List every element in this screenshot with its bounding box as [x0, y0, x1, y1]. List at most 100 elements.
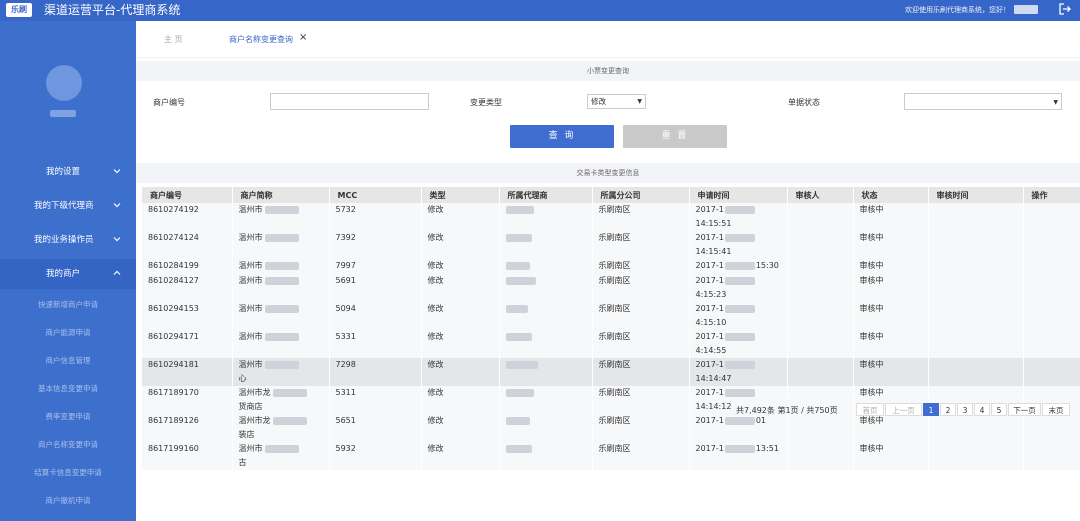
merchant-no-label: 商户编号 [153, 98, 185, 107]
close-icon[interactable]: × [299, 32, 307, 43]
status-cell: 审核中 [853, 274, 929, 302]
page-button-3[interactable]: 3 [957, 403, 973, 416]
column-header: 审核时间 [928, 187, 1024, 203]
review-time-cell [928, 442, 1024, 470]
agent-cell [499, 414, 593, 442]
top-bar: 乐刷 渠道运营平台-代理商系统 欢迎使用乐刷代理商系统，您好！ [0, 0, 1080, 21]
change-type-select[interactable]: 修改 ▼ [587, 94, 646, 109]
apply-time-clock: 01 [755, 416, 767, 425]
username-redacted [1014, 5, 1038, 14]
apply-time-date: 2017-1 [695, 416, 724, 425]
submenu-item[interactable]: 结算卡信息变更申请 [0, 459, 136, 487]
table-row[interactable]: 8617189126 温州市龙 装店 5651 修改 乐刷南区 2017-1 01 审核中 [142, 414, 1080, 442]
apply-time-clock: 14:14:47 [695, 374, 732, 383]
redacted-text [505, 332, 532, 341]
review-time-cell [928, 302, 1024, 330]
merchant-no-cell: 8610294153 [142, 302, 233, 330]
tab-merchant-name-change[interactable]: 商户名称变更查询 [229, 34, 293, 45]
table-row[interactable]: 8617199160 温州市古 5932 修改 乐刷南区 2017-1 13:51 审核中 [142, 442, 1080, 470]
apply-time-cell: 2017-1 14:14:47 [689, 358, 788, 386]
merchant-no-cell: 8610294181 [142, 358, 233, 386]
redacted-text [724, 416, 755, 425]
mcc-cell: 7392 [329, 231, 422, 259]
merchant-no-cell: 8617189170 [142, 386, 233, 414]
reviewer-cell [787, 231, 854, 259]
redacted-text [264, 276, 299, 285]
prev-page-button[interactable]: 上一页 [885, 403, 922, 416]
main-content: 主 页 商户名称变更查询 × 小票变更查询 商户编号 变更类型 修改 ▼ 单据状… [136, 21, 1080, 521]
branch-cell: 乐刷南区 [592, 203, 690, 231]
reviewer-cell [787, 442, 854, 470]
submenu-item[interactable]: 商户名称变更申请 [0, 431, 136, 459]
apply-time-cell: 2017-1 13:51 [689, 442, 788, 470]
apply-time-cell: 2017-1 4:15:23 [689, 274, 788, 302]
submenu-item[interactable]: 基本信息变更申请 [0, 375, 136, 403]
sidebar: 我的设置 我的下级代理商 我的业务操作员 我的商户 快速新增商户申请 商户能源申… [0, 21, 136, 521]
search-section-title: 小票变更查询 [136, 61, 1080, 81]
table-row[interactable]: 8610294171 温州市 5331 修改 乐刷南区 2017-1 4:14:55 审核中 [142, 330, 1080, 358]
merchant-name-text: 温州市 [238, 304, 263, 313]
table-row[interactable]: 8610294153 温州市 5094 修改 乐刷南区 2017-1 4:15:10 审核中 [142, 302, 1080, 330]
type-cell: 修改 [421, 442, 500, 470]
page-button-1[interactable]: 1 [923, 403, 939, 416]
merchant-no-input[interactable] [270, 93, 429, 110]
apply-time-cell: 2017-1 14:15:41 [689, 231, 788, 259]
status-select[interactable]: ▼ [904, 93, 1062, 110]
merchant-no-cell: 8617189126 [142, 414, 233, 442]
review-time-cell [928, 259, 1024, 274]
redacted-text [505, 444, 532, 453]
type-cell: 修改 [421, 358, 500, 386]
table-row[interactable]: 8610294181 温州市心 7298 修改 乐刷南区 2017-114:14:47 审核… [142, 358, 1080, 386]
apply-time-date: 2017-1 [695, 205, 724, 214]
reviewer-cell [787, 259, 854, 274]
submenu-item[interactable]: 商户信息管理 [0, 347, 136, 375]
sidebar-item-my-merchants[interactable]: 我的商户 [0, 259, 136, 289]
sidebar-item-sub-agents[interactable]: 我的下级代理商 [0, 191, 136, 221]
query-button[interactable]: 查 询 [510, 125, 614, 148]
redacted-text [724, 444, 755, 453]
page-button-2[interactable]: 2 [940, 403, 956, 416]
merchant-name-cell: 温州市龙 装店 [232, 414, 330, 442]
status-cell: 审核中 [853, 302, 929, 330]
dropdown-arrow-icon: ▼ [1053, 99, 1058, 106]
last-page-button[interactable]: 末页 [1042, 403, 1070, 416]
redacted-text [264, 332, 299, 341]
sidebar-item-my-settings[interactable]: 我的设置 [0, 157, 136, 187]
status-cell: 审核中 [853, 330, 929, 358]
next-page-button[interactable]: 下一页 [1008, 403, 1041, 416]
status-cell: 审核中 [853, 231, 929, 259]
merchant-name-text-line2: 古 [238, 458, 247, 467]
page-button-5[interactable]: 5 [991, 403, 1007, 416]
apply-time-date: 2017-1 [695, 360, 724, 369]
table-header-row: 商户编号 商户简称 MCC 类型 所属代理商 所属分公司 申请时间 审核人 状态… [142, 187, 1080, 203]
table-row[interactable]: 8610274124 温州市 7392 修改 乐刷南区 2017-1 14:15:41 审核中 [142, 231, 1080, 259]
column-header: 申请时间 [689, 187, 788, 203]
status-cell: 审核中 [853, 203, 929, 231]
table-row[interactable]: 8610284127 温州市 5691 修改 乐刷南区 2017-1 4:15:23 审核中 [142, 274, 1080, 302]
redacted-text [505, 261, 530, 270]
redacted-text [264, 304, 299, 313]
sidebar-item-operators[interactable]: 我的业务操作员 [0, 225, 136, 255]
table-row[interactable]: 8610284199 温州市 7997 修改 乐刷南区 2017-1 15:30 审核中 [142, 259, 1080, 274]
first-page-button[interactable]: 首页 [856, 403, 884, 416]
dropdown-arrow-icon: ▼ [637, 98, 642, 105]
table-row[interactable]: 8610274192 温州市 5732 修改 乐刷南区 2017-1 14:15:51 审核中 [142, 203, 1080, 231]
mcc-cell: 5732 [329, 203, 422, 231]
page-button-4[interactable]: 4 [974, 403, 990, 416]
action-cell [1023, 274, 1080, 302]
submenu-item[interactable]: 快速新增商户申请 [0, 291, 136, 319]
submenu-item[interactable]: 商户能源申请 [0, 319, 136, 347]
type-cell: 修改 [421, 231, 500, 259]
reset-button[interactable]: 重 置 [623, 125, 727, 148]
merchant-name-cell: 温州市 [232, 203, 330, 231]
status-cell: 审核中 [853, 259, 929, 274]
tab-home[interactable]: 主 页 [164, 34, 183, 45]
apply-time-cell: 2017-1 15:30 [689, 259, 788, 274]
logout-icon[interactable] [1058, 2, 1072, 16]
submenu-item[interactable]: 费率变更申请 [0, 403, 136, 431]
review-time-cell [928, 330, 1024, 358]
merchant-name-cell: 温州市 [232, 302, 330, 330]
merchant-no-cell: 8610284199 [142, 259, 233, 274]
branch-cell: 乐刷南区 [592, 231, 690, 259]
submenu-item[interactable]: 商户撤机申请 [0, 487, 136, 515]
